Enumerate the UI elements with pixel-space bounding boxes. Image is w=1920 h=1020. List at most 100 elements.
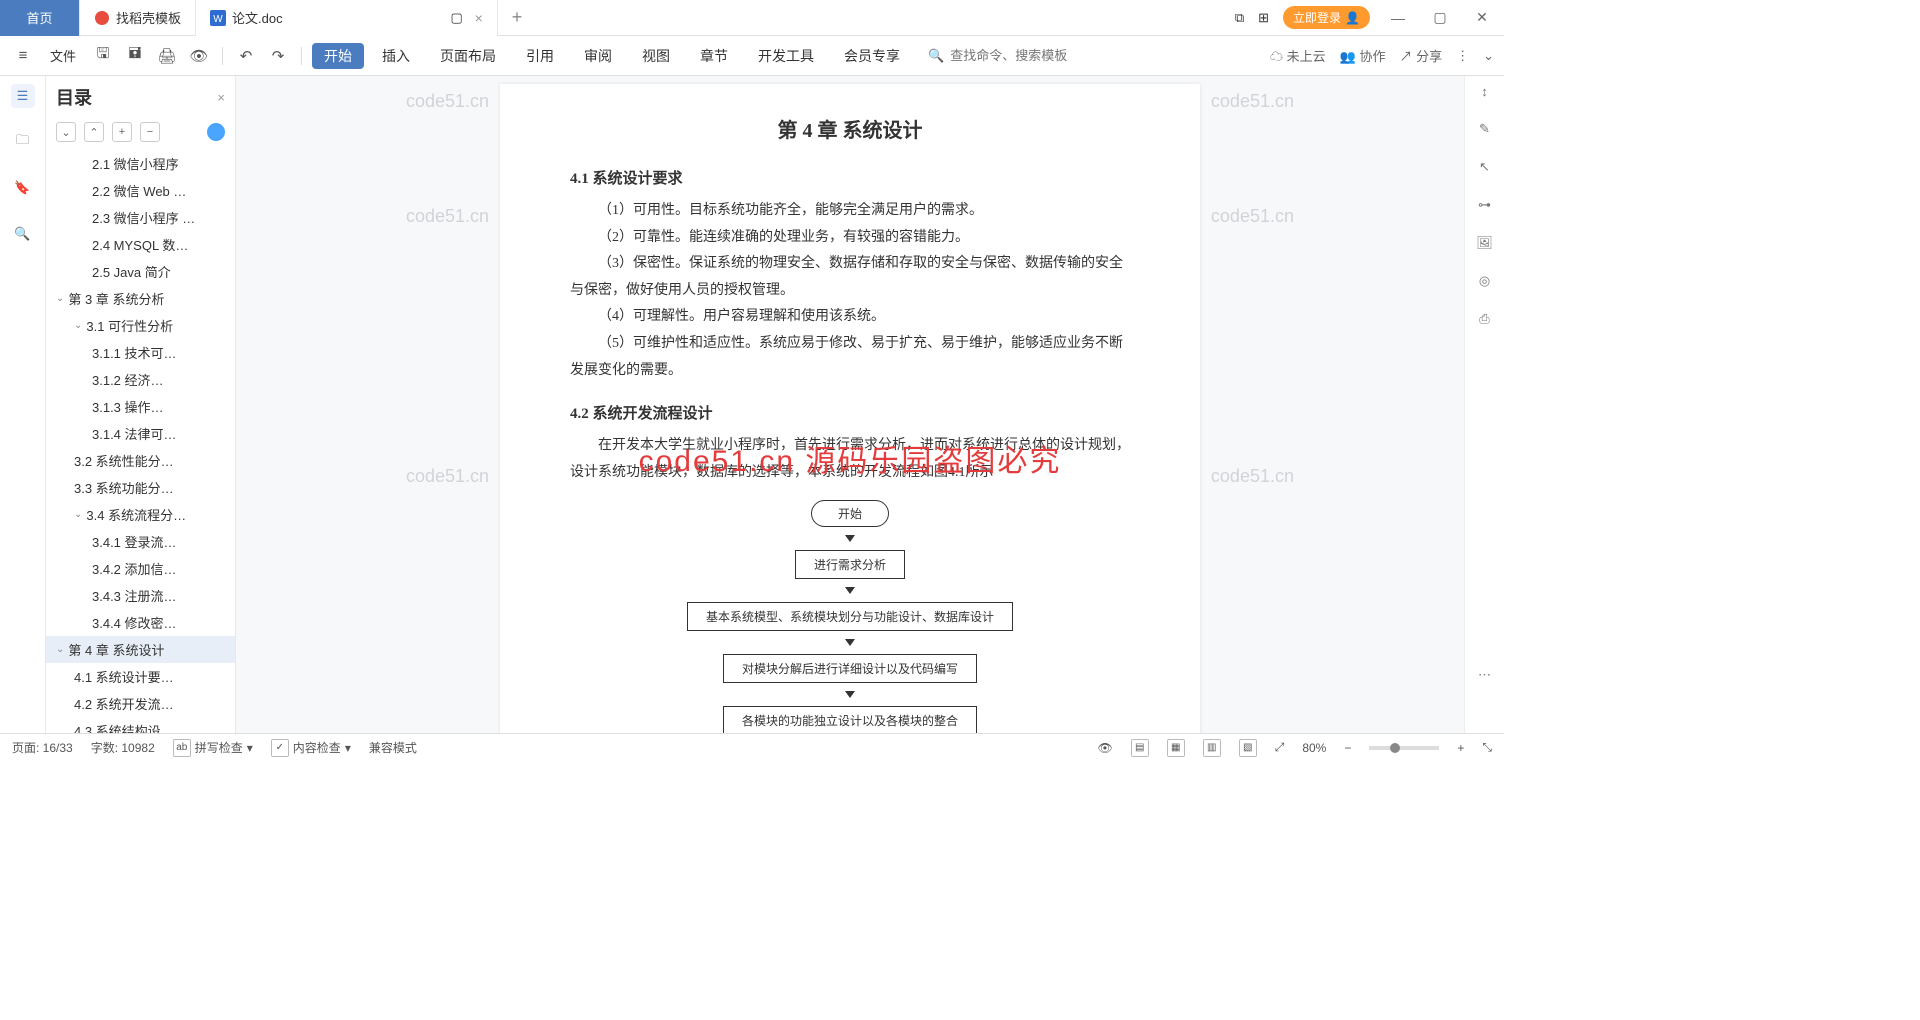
ribbon-tab-insert[interactable]: 插入 [370,36,422,76]
login-button[interactable]: 立即登录👤 [1283,6,1370,29]
collab-button[interactable]: 👥 协作 [1340,46,1386,65]
tab-add[interactable]: + [498,7,537,28]
toc-item[interactable]: 2.1 微信小程序 [46,150,235,177]
statusbar: 页面: 16/33 字数: 10982 ab拼写检查 ▾ ✓内容检查 ▾ 兼容模… [0,733,1504,761]
search-input[interactable] [950,48,1100,63]
file-menu[interactable]: 文件 [42,46,84,65]
menu-icon[interactable]: ≡ [10,43,36,69]
remove-level-icon[interactable]: − [140,122,160,142]
flow-node: 基本系统模型、系统模块划分与功能设计、数据库设计 [687,602,1013,631]
toc-item[interactable]: ⌄第 4 章 系统设计 [46,636,235,663]
toc-item[interactable]: 3.1.1 技术可… [46,339,235,366]
toc-item-label: 3.4.2 添加信… [92,559,177,578]
search-rail-icon[interactable]: 🔍 [11,222,35,246]
pen-icon[interactable]: ✎ [1479,121,1490,137]
layout-icon[interactable]: ⧉ [1235,10,1244,26]
ribbon-tab-view[interactable]: 视图 [630,36,682,76]
view-page-icon[interactable]: ▤ [1131,739,1149,757]
toc-item[interactable]: 4.1 系统设计要… [46,663,235,690]
toc-item[interactable]: 3.4.2 添加信… [46,555,235,582]
ribbon-tab-layout[interactable]: 页面布局 [428,36,508,76]
zoom-level[interactable]: 80% [1302,741,1326,755]
grid-icon[interactable]: ⊞ [1258,10,1269,26]
saveas-icon[interactable]: 🖬 [122,43,148,69]
cursor-icon[interactable]: ↖ [1479,159,1490,175]
print-icon[interactable]: 🖨 [154,43,180,69]
ribbon-tab-start[interactable]: 开始 [312,43,364,69]
toc-item[interactable]: ⌄3.1 可行性分析 [46,312,235,339]
chevron-down-icon[interactable]: ⌄ [74,320,82,331]
toc-item[interactable]: 2.4 MYSQL 数… [46,231,235,258]
tab-home[interactable]: 首页 [0,0,80,36]
tab-template[interactable]: 找稻壳模板 [80,0,196,36]
share-button[interactable]: ↗ 分享 [1399,46,1442,65]
view-web-icon[interactable]: ▧ [1239,739,1257,757]
sync-icon[interactable] [207,123,225,141]
preview-icon[interactable]: 👁 [186,43,212,69]
window-mode-icon[interactable]: ▢ [449,10,465,26]
folder-rail-icon[interactable]: 🗀 [11,130,35,154]
undo-icon[interactable]: ↶ [233,43,259,69]
book-icon[interactable]: ⎙ [1479,311,1489,327]
expand-icon[interactable]: ↕ [1481,84,1488,99]
chevron-down-icon[interactable]: ⌄ [56,293,64,304]
toc-item[interactable]: 2.2 微信 Web … [46,177,235,204]
document-area[interactable]: code51.cn code51.cn code51.cn code51.cn … [236,76,1464,733]
toc-item[interactable]: ⌄第 3 章 系统分析 [46,285,235,312]
toc-item[interactable]: 3.2 系统性能分… [46,447,235,474]
redo-icon[interactable]: ↷ [265,43,291,69]
minimize-button[interactable]: — [1384,10,1412,26]
tab-template-label: 找稻壳模板 [116,8,181,27]
eye-icon[interactable]: 👁 [1097,741,1112,755]
chevron-down-icon[interactable]: ⌄ [56,644,64,655]
image-icon[interactable]: 🖼 [1476,235,1493,251]
page-indicator[interactable]: 页面: 16/33 [12,739,73,756]
zoom-in-icon[interactable]: + [1457,741,1464,755]
ribbon-tab-vip[interactable]: 会员专享 [832,36,912,76]
toc-item[interactable]: 4.3 系统结构设… [46,717,235,733]
maximize-button[interactable]: ▢ [1426,9,1454,26]
view-read-icon[interactable]: ▦ [1167,739,1185,757]
settings-icon[interactable]: ⋯ [1478,667,1491,683]
toc-item[interactable]: 2.5 Java 简介 [46,258,235,285]
toc-item[interactable]: ⌄3.4 系统流程分… [46,501,235,528]
toc-item[interactable]: 3.4.1 登录流… [46,528,235,555]
toc-item[interactable]: 3.3 系统功能分… [46,474,235,501]
zoom-out-icon[interactable]: − [1344,741,1351,755]
toc-item[interactable]: 4.2 系统开发流… [46,690,235,717]
toc-item[interactable]: 3.4.4 修改密… [46,609,235,636]
outline-rail-icon[interactable]: ☰ [11,84,35,108]
ribbon-tab-devtools[interactable]: 开发工具 [746,36,826,76]
fullscreen-icon[interactable]: ⤡ [1482,740,1492,755]
tab-document[interactable]: W 论文.doc ▢ × [196,0,498,36]
ribbon-tab-review[interactable]: 审阅 [572,36,624,76]
outline-close-icon[interactable]: × [217,90,225,105]
ribbon-tab-chapter[interactable]: 章节 [688,36,740,76]
link-icon[interactable]: ⊶ [1478,197,1491,213]
content-check-button[interactable]: ✓内容检查 ▾ [271,739,351,757]
close-button[interactable]: ✕ [1468,9,1496,26]
add-level-icon[interactable]: + [112,122,132,142]
close-icon[interactable]: × [475,10,483,26]
toc-item[interactable]: 3.1.3 操作… [46,393,235,420]
spellcheck-button[interactable]: ab拼写检查 ▾ [173,739,253,757]
bookmark-rail-icon[interactable]: 🔖 [11,176,35,200]
collapse-all-icon[interactable]: ⌄ [56,122,76,142]
cloud-status[interactable]: ☁ 未上云 [1270,46,1326,65]
fit-icon[interactable]: ⤢ [1275,740,1285,755]
expand-all-icon[interactable]: ⌃ [84,122,104,142]
ribbon-tab-reference[interactable]: 引用 [514,36,566,76]
chevron-down-icon[interactable]: ⌄ [1483,48,1494,64]
toc-item[interactable]: 3.1.2 经济… [46,366,235,393]
save-icon[interactable]: 🖫 [90,43,116,69]
compat-mode[interactable]: 兼容模式 [369,739,417,756]
chevron-down-icon[interactable]: ⌄ [74,509,82,520]
compass-icon[interactable]: ◎ [1479,273,1490,289]
toc-item[interactable]: 3.4.3 注册流… [46,582,235,609]
view-outline-icon[interactable]: ▥ [1203,739,1221,757]
toc-item[interactable]: 2.3 微信小程序 … [46,204,235,231]
toc-item[interactable]: 3.1.4 法律可… [46,420,235,447]
more-icon[interactable]: ⋮ [1456,48,1469,64]
zoom-slider[interactable] [1369,746,1439,750]
word-count[interactable]: 字数: 10982 [91,739,155,756]
